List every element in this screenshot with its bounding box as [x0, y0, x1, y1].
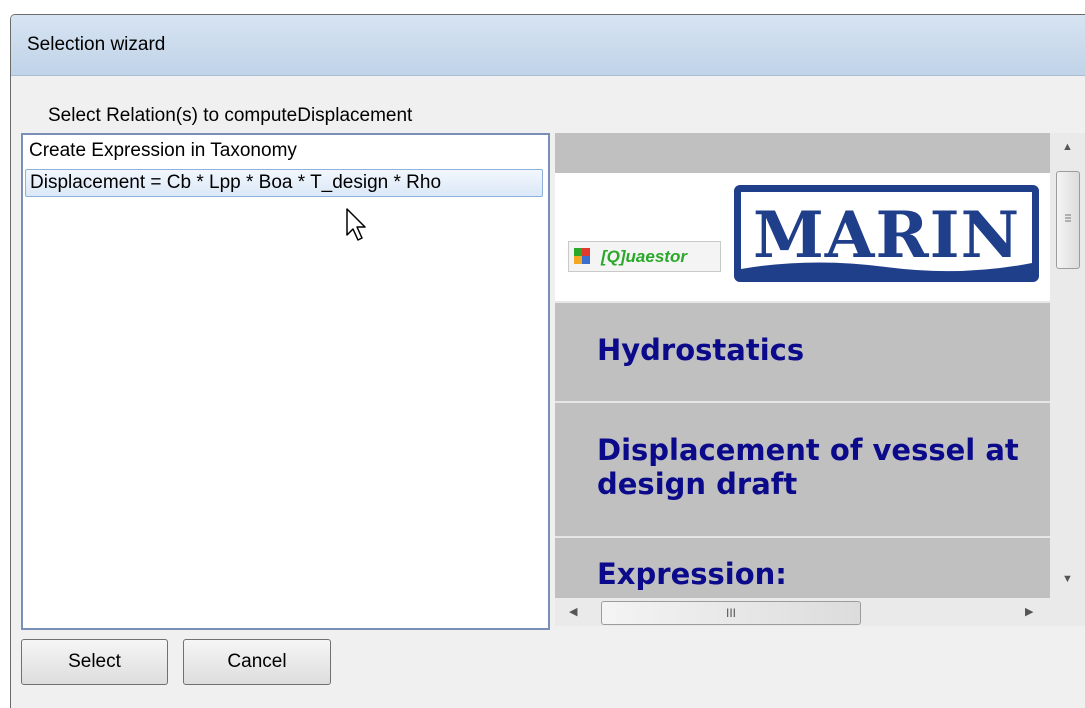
cancel-button[interactable]: Cancel: [183, 639, 331, 685]
marin-wave-icon: [741, 262, 1032, 277]
preview-pane[interactable]: [Q]uaestor MARIN Hydrostatics Displaceme…: [555, 133, 1085, 626]
divider: [555, 536, 1050, 538]
horizontal-scroll-thumb[interactable]: III: [601, 601, 861, 625]
list-item[interactable]: Create Expression in Taxonomy: [25, 137, 543, 165]
scroll-down-arrow-icon[interactable]: ▼: [1062, 573, 1073, 585]
divider: [555, 401, 1050, 403]
list-item-selected[interactable]: Displacement = Cb * Lpp * Boa * T_design…: [25, 169, 543, 197]
quaestor-logo-text: [Q]uaestor: [601, 247, 687, 266]
scrollbar-corner: [1050, 598, 1085, 626]
relations-listbox[interactable]: Create Expression in Taxonomy Displaceme…: [21, 133, 550, 630]
logo-banner: [Q]uaestor MARIN: [555, 173, 1050, 303]
marin-logo: MARIN: [734, 185, 1039, 282]
window-title: Selection wizard: [27, 34, 166, 55]
preview-description: Displacement of vessel at design draft: [597, 433, 1019, 501]
mouse-cursor-icon: [346, 208, 366, 241]
selection-wizard-window: Selection wizard Select Relation(s) to c…: [10, 14, 1085, 708]
quaestor-red-square: [582, 248, 590, 256]
vertical-scroll-thumb[interactable]: [1056, 171, 1080, 269]
divider: [555, 301, 1050, 303]
scroll-left-arrow-icon[interactable]: ◀: [569, 605, 577, 618]
scroll-right-arrow-icon[interactable]: ▶: [1025, 605, 1033, 618]
preview-heading: Hydrostatics: [597, 333, 805, 367]
quaestor-green-square: [574, 248, 582, 256]
preview-expression-label: Expression:: [597, 557, 787, 591]
quaestor-logo: [Q]uaestor: [568, 241, 721, 272]
preview-content: [Q]uaestor MARIN Hydrostatics Displaceme…: [555, 133, 1050, 598]
grip-icon: [1065, 214, 1071, 222]
quaestor-orange-square: [574, 256, 582, 264]
instruction-label: Select Relation(s) to computeDisplacemen…: [48, 105, 413, 126]
horizontal-scrollbar[interactable]: ◀ III ▶: [555, 598, 1050, 626]
select-button[interactable]: Select: [21, 639, 168, 685]
scroll-up-arrow-icon[interactable]: ▲: [1062, 141, 1073, 153]
vertical-scrollbar[interactable]: ▲ ▼: [1050, 133, 1085, 598]
quaestor-blue-square: [582, 256, 590, 264]
title-bar[interactable]: Selection wizard: [11, 15, 1085, 76]
